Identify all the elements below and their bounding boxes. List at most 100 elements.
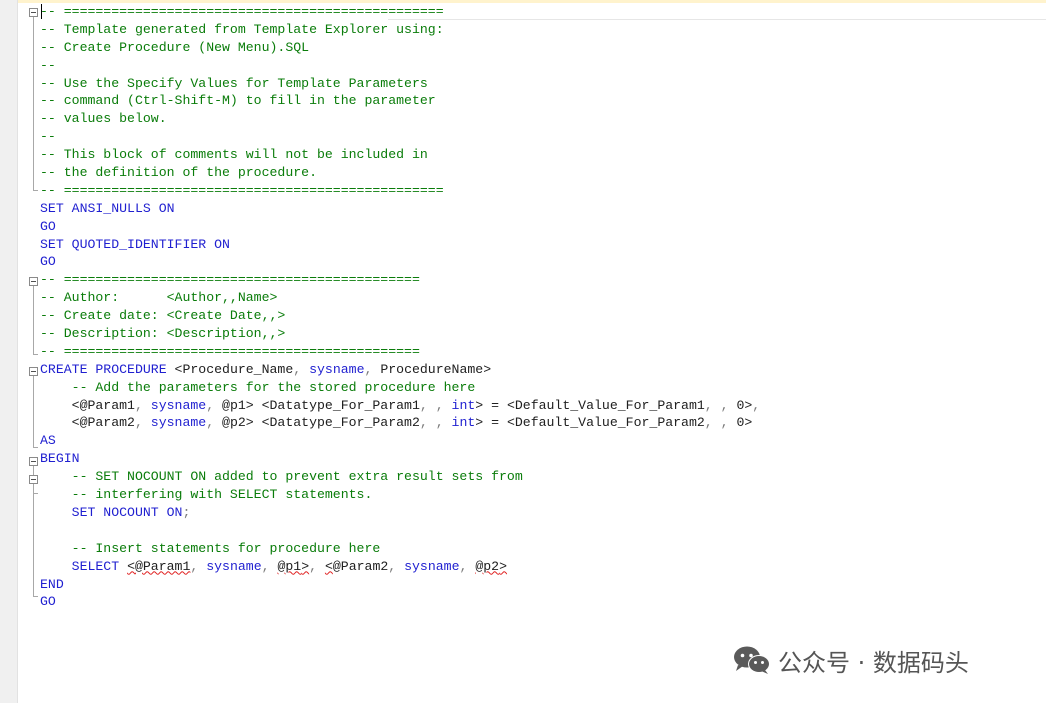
fold-guide-end xyxy=(33,447,38,448)
code-line[interactable]: -- Use the Specify Values for Template P… xyxy=(40,75,1030,93)
code-line[interactable] xyxy=(40,522,1030,540)
punctuation-token: , , xyxy=(704,415,737,431)
code-line[interactable]: <@Param2, sysname, @p2> <Datatype_For_Pa… xyxy=(40,414,1030,432)
keyword-token: sysname xyxy=(206,558,262,574)
code-line[interactable]: -- Create date: <Create Date,,> xyxy=(40,307,1030,325)
keyword-token: END xyxy=(40,576,64,592)
code-line[interactable]: -- the definition of the procedure. xyxy=(40,164,1030,182)
code-line[interactable]: BEGIN xyxy=(40,450,1030,468)
code-line[interactable]: -- Author: <Author,,Name> xyxy=(40,289,1030,307)
code-line[interactable]: -- =====================================… xyxy=(40,343,1030,361)
comment-token: -- =====================================… xyxy=(40,4,444,19)
code-line[interactable]: -- xyxy=(40,57,1030,75)
keyword-token: int xyxy=(451,397,476,413)
comment-token: -- Create Procedure (New Menu).SQL xyxy=(40,39,310,55)
code-line[interactable]: -- SET NOCOUNT ON added to prevent extra… xyxy=(40,468,1030,486)
code-line[interactable]: -- interfering with SELECT statements. xyxy=(40,486,1030,504)
code-line[interactable]: -- =====================================… xyxy=(40,3,1030,21)
keyword-token: CREATE PROCEDURE xyxy=(40,361,175,377)
fold-guide-end xyxy=(33,354,38,355)
punctuation-token: , xyxy=(134,397,151,413)
code-line[interactable]: -- This block of comments will not be in… xyxy=(40,146,1030,164)
comment-token: -- This block of comments will not be in… xyxy=(40,147,428,163)
punctuation-token: , , xyxy=(419,397,452,413)
text-token: 0> xyxy=(736,415,753,431)
punctuation-token: , xyxy=(206,415,223,431)
text-token: ProcedureName> xyxy=(380,361,492,377)
keyword-token: sysname xyxy=(150,397,207,413)
code-line[interactable]: -- =====================================… xyxy=(40,271,1030,289)
code-line[interactable]: SET ANSI_NULLS ON xyxy=(40,200,1030,218)
fold-guide-end xyxy=(33,190,38,191)
fold-guide-line xyxy=(33,286,34,354)
collapse-minus-icon[interactable] xyxy=(29,277,38,286)
punctuation-token: , xyxy=(293,361,310,377)
comment-token: -- SET NOCOUNT ON added to prevent extra… xyxy=(71,469,523,485)
punctuation-token: , xyxy=(459,558,476,574)
code-line[interactable]: SET NOCOUNT ON; xyxy=(40,504,1030,522)
keyword-token: GO xyxy=(40,254,56,270)
fold-guide-end xyxy=(33,596,38,597)
keyword-token: BEGIN xyxy=(40,451,80,467)
text-token: > xyxy=(499,558,508,574)
code-line[interactable]: -- =====================================… xyxy=(40,182,1030,200)
comment-token: -- =====================================… xyxy=(40,343,420,359)
text-token: @p1> <Datatype_For_Param1 xyxy=(222,397,420,413)
code-line[interactable]: -- Insert statements for procedure here xyxy=(40,540,1030,558)
code-line[interactable]: AS xyxy=(40,432,1030,450)
keyword-token: sysname xyxy=(404,558,460,574)
collapse-minus-icon[interactable] xyxy=(29,367,38,376)
punctuation-token: , xyxy=(134,415,151,431)
text-token: > = <Default_Value_For_Param1 xyxy=(475,397,705,413)
code-line[interactable]: -- command (Ctrl-Shift-M) to fill in the… xyxy=(40,92,1030,110)
comment-token: -- values below. xyxy=(40,111,167,127)
text-token: @p2> <Datatype_For_Param2 xyxy=(222,415,420,431)
comment-token: -- Author: <Author,,Name> xyxy=(40,290,278,306)
code-line[interactable]: END xyxy=(40,576,1030,594)
sql-editor[interactable]: -- =====================================… xyxy=(0,0,1046,703)
code-line[interactable]: -- Description: <Description,,> xyxy=(40,325,1030,343)
comment-token: -- command (Ctrl-Shift-M) to fill in the… xyxy=(40,93,436,109)
code-line[interactable]: -- xyxy=(40,128,1030,146)
text-token: <@Param1 xyxy=(40,397,135,413)
code-line[interactable]: -- Template generated from Template Expl… xyxy=(40,21,1030,39)
comment-token: -- Create date: <Create Date,,> xyxy=(40,308,286,324)
text-token: @p1 xyxy=(277,558,302,574)
text-token: 0> xyxy=(736,397,753,413)
keyword-token: sysname xyxy=(309,361,365,377)
punctuation-token: , xyxy=(388,558,405,574)
comment-token: -- Insert statements for procedure here xyxy=(71,540,381,556)
keyword-token: SELECT xyxy=(71,558,128,574)
text-token: @Param1 xyxy=(134,558,191,574)
code-line[interactable]: SET QUOTED_IDENTIFIER ON xyxy=(40,236,1030,254)
code-line[interactable]: CREATE PROCEDURE <Procedure_Name, sysnam… xyxy=(40,361,1030,379)
comment-token: -- xyxy=(40,129,56,145)
code-line[interactable]: SELECT <@Param1, sysname, @p1>, <@Param2… xyxy=(40,558,1030,576)
fold-guide-line xyxy=(33,484,34,493)
collapse-minus-icon[interactable] xyxy=(29,475,38,484)
punctuation-token: , xyxy=(190,558,207,574)
collapse-minus-icon[interactable] xyxy=(29,8,38,17)
code-line[interactable]: GO xyxy=(40,218,1030,236)
code-line[interactable]: -- Add the parameters for the stored pro… xyxy=(40,379,1030,397)
text-token: > = <Default_Value_For_Param2 xyxy=(475,415,705,431)
collapse-minus-icon[interactable] xyxy=(29,457,38,466)
code-line[interactable]: GO xyxy=(40,593,1030,611)
keyword-token: SET NOCOUNT ON xyxy=(71,504,183,520)
code-line[interactable]: GO xyxy=(40,253,1030,271)
watermark: 公众号 · 数据码头 xyxy=(732,643,969,677)
code-line[interactable]: -- Create Procedure (New Menu).SQL xyxy=(40,39,1030,57)
editor-gutter xyxy=(0,0,18,703)
code-line[interactable]: -- values below. xyxy=(40,110,1030,128)
keyword-token: SET QUOTED_IDENTIFIER ON xyxy=(40,236,230,252)
code-area[interactable]: -- =====================================… xyxy=(40,3,1030,611)
code-line[interactable]: <@Param1, sysname, @p1> <Datatype_For_Pa… xyxy=(40,397,1030,415)
text-token: > xyxy=(301,558,310,574)
comment-token: -- =====================================… xyxy=(40,272,420,288)
watermark-text: 公众号 · 数据码头 xyxy=(778,648,969,677)
keyword-token: GO xyxy=(40,218,56,234)
